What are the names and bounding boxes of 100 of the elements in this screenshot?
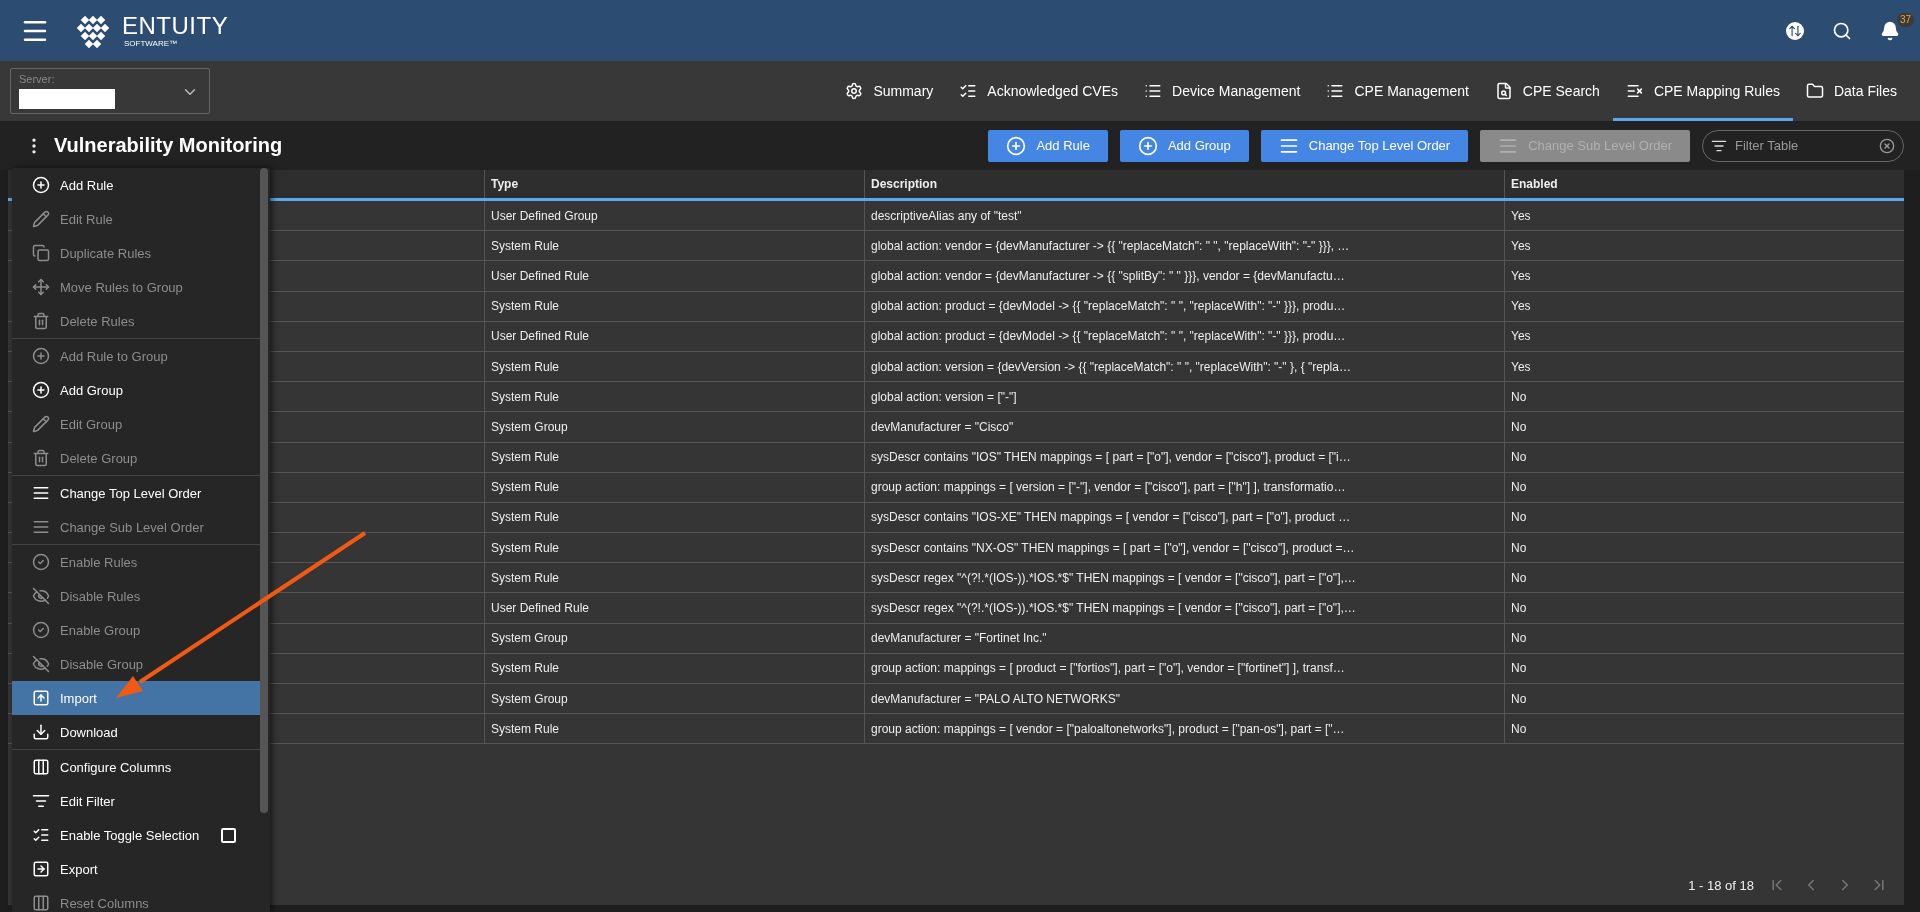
table-cell: devManufacturer = "Fortinet Inc." [864,623,1504,653]
lines-icon [32,484,50,502]
table-cell: sysDescr regex "^(?!.*(IOS-)).*IOS.*$" THEN mappings = [ vendor = ["cisco"], part = ["o"],… [864,563,1504,593]
clear-icon[interactable] [1879,137,1895,154]
table-cell: Yes [1504,351,1904,382]
column-header[interactable]: Description [864,170,1504,198]
table-cell: System Rule [484,502,864,533]
table-cell: No [1504,472,1904,502]
nav-tab[interactable]: Acknowledged CVEs [946,61,1132,121]
table-cell: sysDescr contains "IOS" THEN mappings = [ part = ["o"], vendor = ["cisco"], product = ["i… [864,442,1504,472]
table-cell: No [1504,714,1904,744]
search-icon [1494,82,1513,100]
table-cell: Yes [1504,201,1904,231]
nav-tab[interactable]: Data Files [1792,61,1910,121]
column-header[interactable]: Type [484,170,864,198]
table-cell: System Rule [484,714,864,744]
table-cell: devManufacturer = "Cisco" [864,412,1504,442]
menu-item[interactable]: Download [12,715,262,749]
eye-off-icon [32,587,50,605]
table-cell: System Rule [484,382,864,412]
pencil-icon [32,210,50,228]
table-cell: global action: vendor = {devManufacturer -> {{ "replaceMatch": " ", "replaceWith": "-" }}}, … [864,231,1504,261]
table-cell: System Rule [484,653,864,683]
table-cell: devManufacturer = "PALO ALTO NETWORKS" [864,684,1504,714]
toolbar-button[interactable]: Change Top Level Order [1260,129,1469,162]
table-cell: sysDescr contains "NX-OS" THEN mappings = [ part = ["o"], vendor = ["cisco"], product =… [864,533,1504,563]
plus-circle-icon [1006,135,1027,156]
copy-icon [32,244,50,262]
columns-icon [32,894,50,912]
upload-icon [32,689,50,707]
table-cell: Yes [1504,231,1904,261]
table-cell: global action: version = ["-"] [864,382,1504,412]
table-cell: System Rule [484,351,864,382]
nav-tab[interactable]: CPE Management [1313,61,1482,121]
table-cell: No [1504,533,1904,563]
list-x-icon [1625,82,1644,100]
menu-item[interactable]: Export [12,852,262,886]
toolbar-button[interactable]: Add Group [1119,129,1249,162]
table-cell: global action: version = {devVersion -> {{ "replaceMatch": " ", "replaceWith": "-" }, { "repla… [864,351,1504,382]
menu-item[interactable]: Enable Toggle Selection [12,818,262,852]
trash-icon [32,449,50,467]
check-circle-icon [32,553,50,571]
table-cell: global action: product = {devModel -> {{ "replaceMatch": " ", "replaceWith": "-" }}}, produ… [864,321,1504,351]
plus-circle-icon [32,176,50,194]
table-cell: global action: vendor = {devManufacturer -> {{ "splitBy": " " }}}, vendor = {devManufactu… [864,261,1504,291]
table-cell: User Defined Rule [484,593,864,623]
eye-off-icon [32,655,50,673]
nav-tab[interactable]: Summary [832,61,947,121]
sync-icon [1786,21,1804,40]
server-select[interactable]: Server: [10,68,210,114]
folder-icon [1805,82,1824,100]
table-cell: System Group [484,412,864,442]
table-cell: System Rule [484,533,864,563]
trash-icon [32,312,50,330]
table-cell: System Rule [484,563,864,593]
logo-name: ENTUITY [122,13,229,38]
table-cell: User Defined Rule [484,321,864,351]
checklist-icon [959,82,978,100]
plus-circle-icon [1137,135,1158,156]
list-icon [1326,82,1345,100]
table-cell: No [1504,684,1904,714]
table-cell: Yes [1504,291,1904,321]
logo-tagline: SOFTWARE™ [124,39,179,48]
menu-item[interactable]: Add Rule [12,168,262,202]
pagination-info: 1 - 18 of 18 [1688,877,1754,893]
check-circle-icon [32,621,50,639]
table-cell: sysDescr contains "IOS-XE" THEN mappings = [ vendor = ["cisco"], part = ["o"], product … [864,502,1504,533]
table-cell: No [1504,593,1904,623]
nav-tab[interactable]: CPE Search [1481,61,1613,121]
columns-icon [32,758,50,776]
scrollbar[interactable] [260,168,268,813]
table-cell: Yes [1504,261,1904,291]
bell-icon [1880,20,1900,41]
menu-item[interactable]: Change Top Level Order [12,476,262,510]
table-cell: System Group [484,623,864,653]
column-header[interactable]: Enabled [1504,170,1904,198]
checkbox[interactable] [221,827,236,843]
plus-circle-icon [32,381,50,399]
table-cell: group action: mappings = [ vendor = ["paloaltonetworks"], product = ["pan-os"], part = ["… [864,714,1504,744]
filter-field[interactable]: Filter Table [1702,129,1904,162]
table-cell: System Rule [484,472,864,502]
table-cell: No [1504,623,1904,653]
menu-item[interactable]: Edit Filter [12,784,262,818]
page-title: Vulnerability Monitoring [54,134,283,157]
export-icon [32,860,50,878]
table-cell: global action: product = {devModel -> {{ "replaceMatch": " ", "replaceWith": "-" }}}, produ… [864,291,1504,321]
list-icon [1144,82,1163,100]
table-cell: System Rule [484,442,864,472]
lines-icon [32,518,50,536]
table-cell: No [1504,442,1904,472]
table-cell: System Rule [484,291,864,321]
nav-tab[interactable]: Device Management [1131,61,1314,121]
toolbar-button[interactable]: Add Rule [988,129,1108,162]
table-cell: System Group [484,684,864,714]
menu-item[interactable]: Import [12,681,262,715]
menu-item[interactable]: Configure Columns [12,750,262,784]
table-cell: System Rule [484,231,864,261]
menu-item[interactable]: Add Group [12,373,262,407]
table-cell: No [1504,563,1904,593]
table-cell: Yes [1504,321,1904,351]
